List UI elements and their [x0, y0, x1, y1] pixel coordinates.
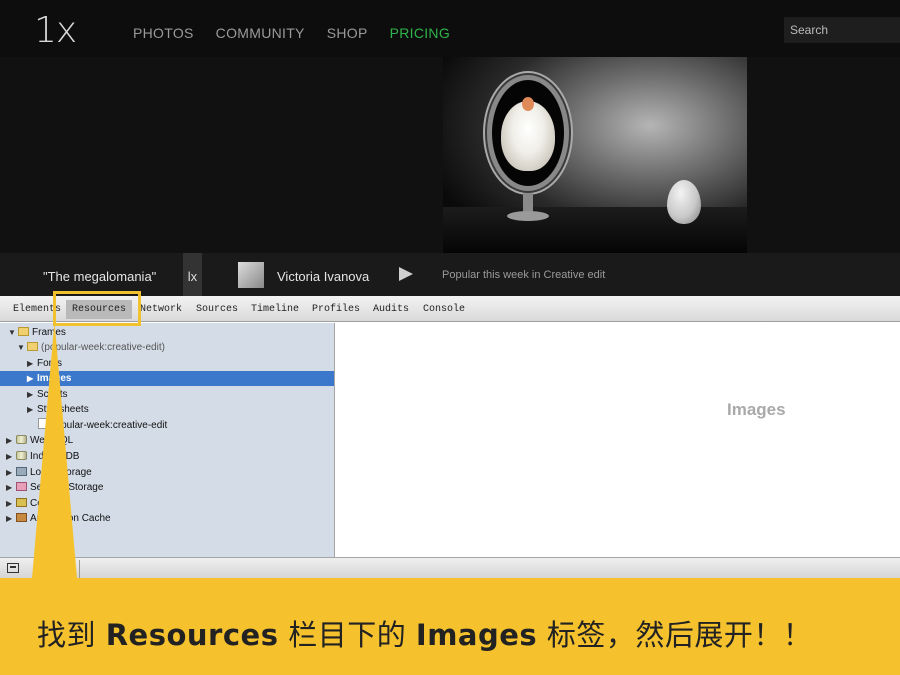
expand-arrow-icon[interactable]: ▼: [8, 325, 18, 340]
devtools-status-bar: [0, 557, 900, 579]
resource-viewer: Images: [336, 323, 900, 557]
photo-area: [0, 57, 900, 253]
expand-arrow-icon[interactable]: ▼: [17, 340, 27, 355]
instruction-banner: 找到 Resources 栏目下的 Images 标签，然后展开！！: [0, 578, 900, 675]
instruction-text: 找到 Resources 栏目下的 Images 标签，然后展开！！: [37, 618, 813, 652]
gallery-context[interactable]: Popular this week in Creative edit: [442, 269, 605, 281]
tab-console[interactable]: Console: [423, 304, 465, 315]
photo-title: "The megalomania": [43, 269, 157, 284]
app-cache-icon: [16, 513, 27, 522]
nav-pricing[interactable]: PRICING: [390, 25, 450, 41]
database-icon: [16, 435, 27, 444]
cookie-icon: [16, 498, 27, 507]
database-icon: [16, 451, 27, 460]
viewer-placeholder-label: Images: [727, 400, 786, 419]
expand-arrow-icon[interactable]: ▶: [27, 402, 37, 417]
author-avatar[interactable]: [238, 262, 264, 288]
photo-table-surface: [443, 207, 747, 253]
expand-arrow-icon[interactable]: ▶: [6, 433, 16, 448]
devtools-panel: Elements Resources Network Sources Timel…: [0, 291, 900, 579]
storage-grid-icon: [16, 467, 27, 476]
photo-egg: [667, 180, 701, 224]
nav-shop[interactable]: SHOP: [327, 25, 368, 41]
expand-arrow-icon[interactable]: ▶: [6, 480, 16, 495]
expand-arrow-icon[interactable]: ▶: [6, 496, 16, 511]
resources-tab-highlight: [53, 291, 141, 326]
expand-arrow-icon[interactable]: ▶: [27, 387, 37, 402]
tree-item-scripts[interactable]: ▶Scripts: [27, 387, 68, 402]
folder-icon: [18, 327, 29, 336]
folder-icon: [27, 342, 38, 351]
nav-photos[interactable]: PHOTOS: [133, 25, 194, 41]
expand-arrow-icon[interactable]: ▶: [27, 356, 37, 371]
photo-mirror-base: [507, 211, 549, 221]
status-divider: [79, 560, 80, 578]
tab-timeline[interactable]: Timeline: [251, 304, 299, 315]
site-header: 1x PHOTOS COMMUNITY SHOP PRICING: [0, 0, 900, 57]
photo-bird: [501, 101, 555, 171]
dock-toggle-icon[interactable]: [7, 563, 19, 573]
expand-arrow-icon[interactable]: ▶: [27, 371, 37, 386]
nav-community[interactable]: COMMUNITY: [216, 25, 305, 41]
tree-item-frames[interactable]: ▼ Frames: [8, 325, 66, 340]
1x-mark-badge: lx: [183, 253, 202, 296]
site-logo[interactable]: 1x: [34, 10, 77, 51]
featured-photo[interactable]: [443, 57, 747, 253]
tab-profiles[interactable]: Profiles: [312, 304, 360, 315]
tab-network[interactable]: Network: [140, 304, 182, 315]
expand-arrow-icon[interactable]: ▶: [6, 511, 16, 526]
search-input[interactable]: [784, 17, 900, 43]
tab-sources[interactable]: Sources: [196, 304, 238, 315]
main-nav: PHOTOS COMMUNITY SHOP PRICING: [133, 25, 450, 41]
expand-arrow-icon[interactable]: ▶: [6, 449, 16, 464]
author-name[interactable]: Victoria Ivanova: [277, 269, 369, 284]
expand-arrow-icon[interactable]: ▶: [6, 465, 16, 480]
tree-item-frame-popular-week[interactable]: ▼ (popular-week:creative-edit): [17, 340, 165, 355]
play-icon[interactable]: [399, 267, 413, 281]
tab-audits[interactable]: Audits: [373, 304, 409, 315]
photo-bird-head: [522, 97, 534, 111]
photo-caption-bar: "The megalomania" lx Victoria Ivanova Po…: [0, 253, 900, 296]
session-storage-icon: [16, 482, 27, 491]
